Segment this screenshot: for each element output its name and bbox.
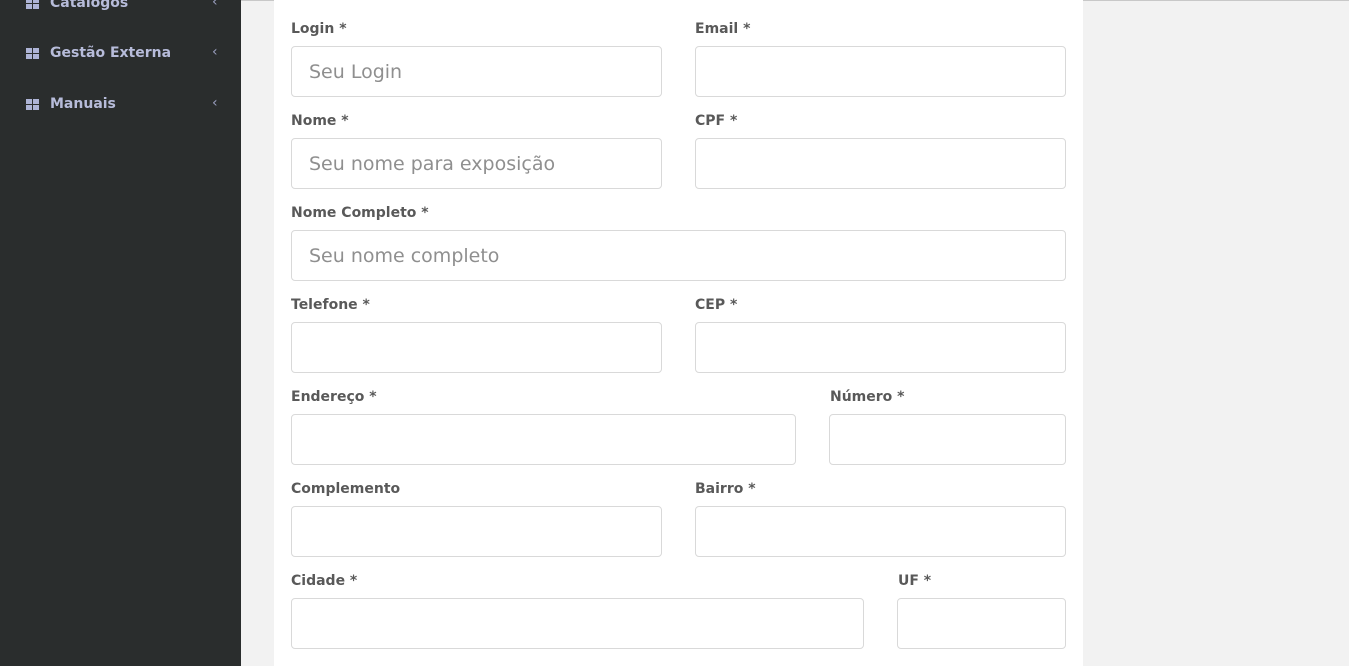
endereco-input[interactable] — [291, 414, 796, 465]
nome-input[interactable] — [291, 138, 662, 189]
sidebar-item-gestao-externa[interactable]: Gestão Externa ‹ — [0, 39, 241, 69]
cidade-input[interactable] — [291, 598, 864, 649]
sidebar-item-catalogos[interactable]: Catalogos ‹ — [0, 0, 241, 19]
bairro-input[interactable] — [695, 506, 1066, 557]
complemento-input[interactable] — [291, 506, 662, 557]
nome-completo-input[interactable] — [291, 230, 1066, 281]
grid-icon — [26, 0, 39, 10]
email-label: Email * — [695, 21, 751, 37]
numero-input[interactable] — [829, 414, 1066, 465]
chevron-left-icon: ‹ — [212, 0, 218, 10]
cep-label: CEP * — [695, 297, 738, 313]
sidebar-item-label: Manuais — [50, 96, 116, 112]
cep-input[interactable] — [695, 322, 1066, 373]
email-input[interactable] — [695, 46, 1066, 97]
telefone-label: Telefone * — [291, 297, 370, 313]
cidade-label: Cidade * — [291, 573, 358, 589]
sidebar-item-label: Catalogos — [50, 0, 129, 11]
bairro-label: Bairro * — [695, 481, 756, 497]
sidebar: Catalogos ‹ Gestão Externa ‹ Manuais ‹ — [0, 0, 241, 666]
chevron-left-icon: ‹ — [212, 44, 218, 60]
complemento-label: Complemento — [291, 481, 401, 497]
telefone-input[interactable] — [291, 322, 662, 373]
numero-label: Número * — [830, 389, 905, 405]
sidebar-item-label: Gestão Externa — [50, 45, 172, 61]
nome-completo-label: Nome Completo * — [291, 205, 429, 221]
login-input[interactable] — [291, 46, 662, 97]
endereco-label: Endereço * — [291, 389, 377, 405]
sidebar-item-manuais[interactable]: Manuais ‹ — [0, 90, 241, 120]
grid-icon — [26, 99, 39, 111]
cpf-label: CPF * — [695, 113, 738, 129]
login-label: Login * — [291, 21, 347, 37]
grid-icon — [26, 48, 39, 60]
cpf-input[interactable] — [695, 138, 1066, 189]
chevron-left-icon: ‹ — [212, 95, 218, 111]
registration-form-card: Login * Email * Nome * CPF * Nome Comple… — [274, 0, 1083, 666]
nome-label: Nome * — [291, 113, 349, 129]
uf-input[interactable] — [897, 598, 1066, 649]
uf-label: UF * — [898, 573, 932, 589]
